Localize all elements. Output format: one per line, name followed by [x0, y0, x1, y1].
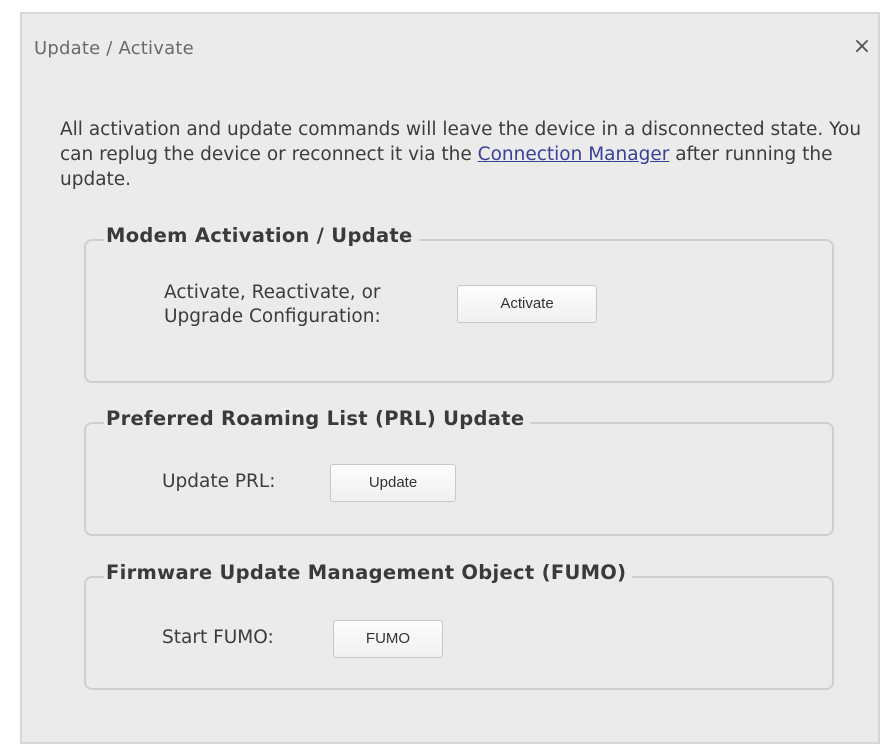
connection-manager-link[interactable]: Connection Manager — [478, 144, 670, 165]
fumo-group: Firmware Update Management Object (FUMO)… — [84, 561, 834, 690]
activate-label-line1: Activate, Reactivate, or — [164, 282, 381, 303]
dialog-title: Update / Activate — [34, 38, 194, 59]
fumo-button[interactable]: FUMO — [333, 620, 443, 658]
prl-update-group: Preferred Roaming List (PRL) Update Upda… — [84, 407, 834, 536]
activate-button[interactable]: Activate — [457, 285, 597, 323]
activate-label-line2: Upgrade Configuration: — [164, 306, 381, 327]
modem-activation-legend: Modem Activation / Update — [104, 224, 419, 247]
update-prl-label: Update PRL: — [162, 471, 276, 492]
info-text: All activation and update commands will … — [60, 117, 870, 192]
close-icon[interactable]: × — [852, 36, 872, 58]
update-prl-button[interactable]: Update — [330, 464, 456, 502]
fumo-legend: Firmware Update Management Object (FUMO) — [104, 561, 633, 584]
update-activate-dialog: Update / Activate × All activation and u… — [20, 12, 880, 744]
modem-activation-group: Modem Activation / Update Activate, Reac… — [84, 224, 834, 383]
activate-label: Activate, Reactivate, or Upgrade Configu… — [164, 281, 381, 329]
start-fumo-label: Start FUMO: — [162, 627, 274, 648]
prl-update-legend: Preferred Roaming List (PRL) Update — [104, 407, 531, 430]
